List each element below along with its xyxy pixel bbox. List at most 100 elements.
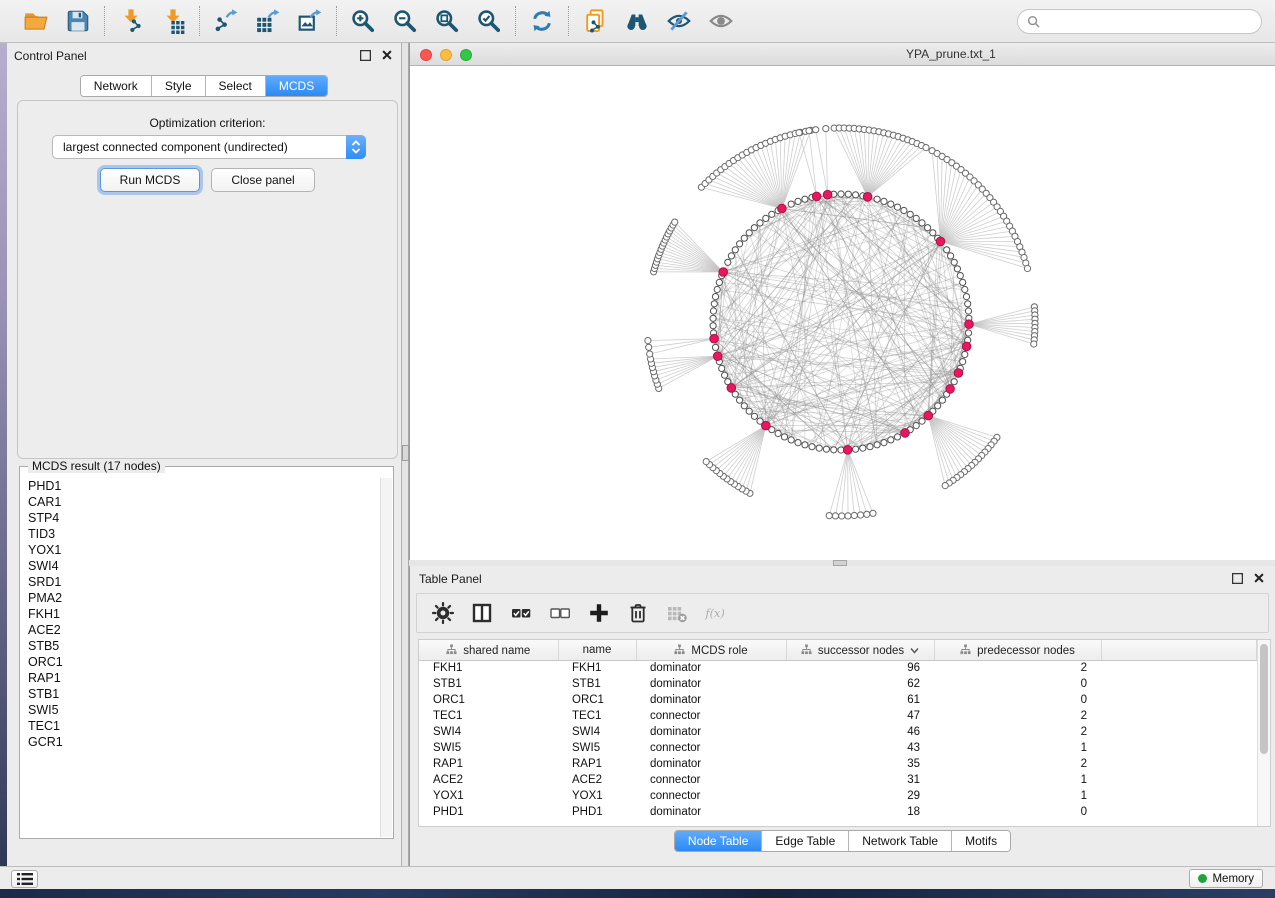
- table-row[interactable]: RAP1RAP1dominator352: [419, 756, 1257, 772]
- table-row[interactable]: STB1STB1dominator620: [419, 676, 1257, 692]
- table-row[interactable]: YOX1YOX1connector291: [419, 788, 1257, 804]
- import-network-icon[interactable]: [118, 8, 144, 34]
- table-row[interactable]: SWI4SWI4dominator462: [419, 724, 1257, 740]
- zoom-fit-icon[interactable]: [434, 8, 460, 34]
- tab-node-table[interactable]: Node Table: [675, 831, 763, 851]
- minimize-window-icon[interactable]: [440, 49, 452, 61]
- mcds-result-item[interactable]: SRD1: [21, 574, 380, 590]
- mcds-result-item[interactable]: SWI4: [21, 558, 380, 574]
- close-panel-icon[interactable]: [1253, 572, 1265, 584]
- mcds-result-item[interactable]: CAR1: [21, 494, 380, 510]
- mcds-result-item[interactable]: ORC1: [21, 654, 380, 670]
- status-bar: Memory: [0, 866, 1275, 889]
- mcds-result-item[interactable]: SWI5: [21, 702, 380, 718]
- table-scrollbar[interactable]: [1257, 640, 1270, 826]
- criterion-select[interactable]: largest connected component (undirected): [52, 135, 366, 159]
- network-canvas[interactable]: [410, 66, 1275, 560]
- column-header-mcds-role[interactable]: MCDS role: [636, 640, 786, 660]
- column-panel-icon[interactable]: [470, 601, 494, 625]
- zoom-out-icon[interactable]: [392, 8, 418, 34]
- mcds-result-item[interactable]: GCR1: [21, 734, 380, 750]
- export-image-icon[interactable]: [297, 8, 323, 34]
- network-title: YPA_prune.txt_1: [906, 47, 996, 61]
- table-row[interactable]: SWI5SWI5connector431: [419, 740, 1257, 756]
- zoom-selected-icon[interactable]: [476, 8, 502, 34]
- save-session-icon[interactable]: [65, 8, 91, 34]
- mcds-result-item[interactable]: PMA2: [21, 590, 380, 606]
- mcds-result-item[interactable]: TID3: [21, 526, 380, 542]
- memory-button[interactable]: Memory: [1189, 869, 1263, 888]
- search-box[interactable]: [1017, 9, 1262, 34]
- node-table: shared namenameMCDS rolesuccessor nodesp…: [419, 640, 1257, 820]
- table-toolbar: f(x): [416, 593, 1269, 633]
- task-history-button[interactable]: [11, 870, 38, 888]
- mcds-result-list[interactable]: PHD1CAR1STP4TID3YOX1SWI4SRD1PMA2FKH1ACE2…: [21, 478, 380, 837]
- delete-table-icon[interactable]: [665, 601, 689, 625]
- unselect-all-icon[interactable]: [548, 601, 572, 625]
- gear-icon[interactable]: [431, 601, 455, 625]
- zoom-in-icon[interactable]: [350, 8, 376, 34]
- add-column-icon[interactable]: [587, 601, 611, 625]
- show-all-icon[interactable]: [708, 8, 734, 34]
- network-view-window: YPA_prune.txt_1: [409, 43, 1275, 560]
- tab-network[interactable]: Network: [81, 76, 152, 96]
- desktop-wallpaper-bottom: [0, 889, 1275, 898]
- mcds-result-item[interactable]: YOX1: [21, 542, 380, 558]
- close-panel-icon[interactable]: [381, 49, 393, 61]
- mcds-result-item[interactable]: STP4: [21, 510, 380, 526]
- mcds-list-scrollbar[interactable]: [380, 478, 392, 837]
- table-row[interactable]: FKH1FKH1dominator962: [419, 660, 1257, 676]
- network-window-titlebar[interactable]: YPA_prune.txt_1: [410, 43, 1275, 66]
- column-header-name[interactable]: name: [558, 640, 636, 660]
- open-file-icon[interactable]: [23, 8, 49, 34]
- network-graph[interactable]: [410, 66, 1275, 560]
- mcds-result-item[interactable]: STB5: [21, 638, 380, 654]
- cell: ACE2: [558, 772, 636, 788]
- close-panel-button[interactable]: Close panel: [211, 168, 315, 192]
- column-header-shared-name[interactable]: shared name: [419, 640, 558, 660]
- search-network-icon[interactable]: [624, 8, 650, 34]
- table-row[interactable]: TEC1TEC1connector472: [419, 708, 1257, 724]
- vertical-splitter[interactable]: [401, 43, 409, 866]
- mcds-result-item[interactable]: STB1: [21, 686, 380, 702]
- tab-style[interactable]: Style: [152, 76, 206, 96]
- table-row[interactable]: ACE2ACE2connector311: [419, 772, 1257, 788]
- function-builder-icon[interactable]: f(x): [704, 601, 728, 625]
- tab-select[interactable]: Select: [206, 76, 266, 96]
- mcds-result-item[interactable]: PHD1: [21, 478, 380, 494]
- scrollbar-thumb[interactable]: [1260, 644, 1268, 754]
- tab-network-table[interactable]: Network Table: [849, 831, 952, 851]
- column-header-successor-nodes[interactable]: successor nodes: [786, 640, 934, 660]
- float-panel-icon[interactable]: [1231, 572, 1243, 584]
- cell: RAP1: [419, 756, 558, 772]
- splitter-handle[interactable]: [402, 445, 409, 461]
- zoom-window-icon[interactable]: [460, 49, 472, 61]
- float-panel-icon[interactable]: [359, 49, 371, 61]
- mcds-result-item[interactable]: RAP1: [21, 670, 380, 686]
- hide-selected-icon[interactable]: [666, 8, 692, 34]
- search-input[interactable]: [1045, 12, 1261, 32]
- mcds-result-item[interactable]: FKH1: [21, 606, 380, 622]
- select-all-icon[interactable]: [509, 601, 533, 625]
- tab-motifs[interactable]: Motifs: [952, 831, 1010, 851]
- delete-column-icon[interactable]: [626, 601, 650, 625]
- cell: dominator: [636, 724, 786, 740]
- cell: 96: [786, 660, 934, 676]
- import-table-icon[interactable]: [160, 8, 186, 34]
- column-header-predecessor-nodes[interactable]: predecessor nodes: [934, 640, 1101, 660]
- table-row[interactable]: ORC1ORC1dominator610: [419, 692, 1257, 708]
- cell: 62: [786, 676, 934, 692]
- refresh-icon[interactable]: [529, 8, 555, 34]
- close-window-icon[interactable]: [420, 49, 432, 61]
- tab-mcds[interactable]: MCDS: [266, 76, 327, 96]
- export-table-icon[interactable]: [255, 8, 281, 34]
- tab-edge-table[interactable]: Edge Table: [762, 831, 849, 851]
- run-mcds-button[interactable]: Run MCDS: [100, 168, 200, 192]
- cell: 0: [934, 692, 1101, 708]
- share-document-icon[interactable]: [582, 8, 608, 34]
- node-table-container: shared namenameMCDS rolesuccessor nodesp…: [418, 639, 1271, 827]
- table-row[interactable]: PHD1PHD1dominator180: [419, 804, 1257, 820]
- export-network-icon[interactable]: [213, 8, 239, 34]
- mcds-result-item[interactable]: TEC1: [21, 718, 380, 734]
- mcds-result-item[interactable]: ACE2: [21, 622, 380, 638]
